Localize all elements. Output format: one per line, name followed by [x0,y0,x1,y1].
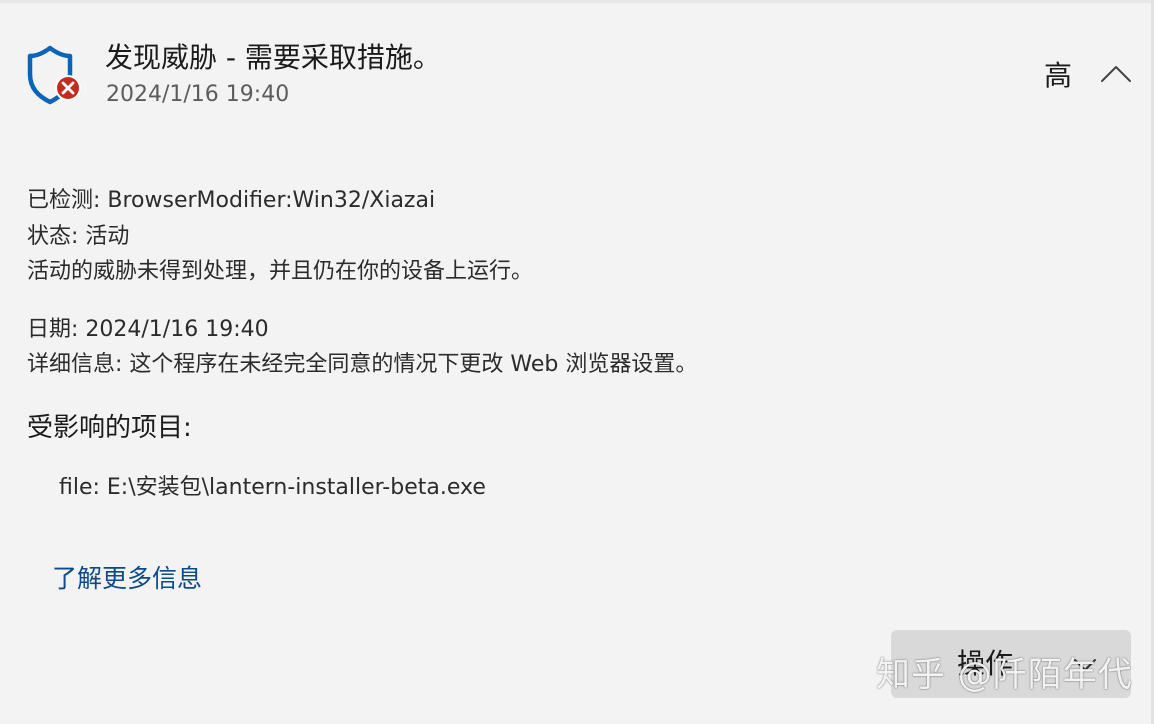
date-line: 日期: 2024/1/16 19:40 [27,317,269,342]
watermark-text: 知乎 @阡陌年代 [876,655,1133,695]
affected-file-item: file: E:\安装包\lantern-installer-beta.exe [59,475,486,500]
threat-card: 发现威胁 - 需要采取措施。 2024/1/16 19:40 高 已检测: Br… [0,0,1154,724]
status-description: 活动的威胁未得到处理，并且仍在你的设备上运行。 [27,259,534,284]
card-top-edge [0,0,1154,3]
severity-label: 高 [1044,59,1073,92]
threat-title: 发现威胁 - 需要采取措施。 [105,41,441,74]
chevron-up-icon[interactable] [1096,56,1136,92]
details-line: 详细信息: 这个程序在未经完全同意的情况下更改 Web 浏览器设置。 [27,352,698,377]
status-line: 状态: 活动 [27,224,130,249]
threat-timestamp: 2024/1/16 19:40 [106,82,290,107]
shield-error-icon [27,45,81,105]
learn-more-link[interactable]: 了解更多信息 [52,562,202,596]
detected-line: 已检测: BrowserModifier:Win32/Xiazai [27,188,436,213]
affected-items-heading: 受影响的项目: [27,413,192,443]
